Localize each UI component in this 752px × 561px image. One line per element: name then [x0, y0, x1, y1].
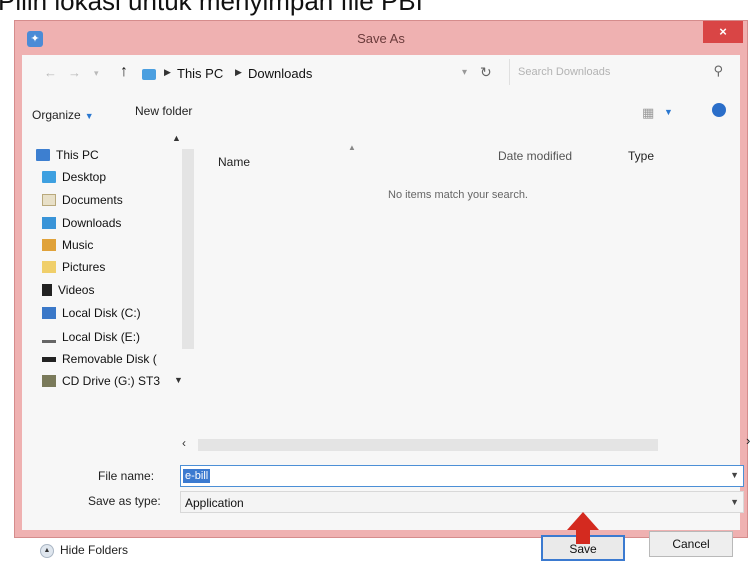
sidebar-item-label: Music [62, 238, 94, 252]
computer-icon [36, 149, 50, 161]
sort-indicator-icon: ▲ [348, 143, 356, 152]
sidebar-item-label: Desktop [62, 170, 107, 184]
sidebar-item-label: Pictures [62, 260, 106, 274]
chevron-down-icon[interactable]: ▼ [730, 470, 739, 480]
sidebar-item-videos[interactable]: Videos [42, 280, 94, 300]
chevron-down-icon: ▼ [84, 111, 94, 121]
sidebar-item-label: Documents [62, 193, 123, 207]
save-as-type-value: Application [185, 496, 244, 510]
sidebar-item-desktop[interactable]: Desktop [42, 167, 106, 187]
chevron-right-icon[interactable]: › [746, 433, 750, 448]
hide-folders-label: Hide Folders [60, 543, 129, 557]
hide-folders-button[interactable]: ▲ Hide Folders [40, 543, 128, 558]
sidebar-item-label: Videos [58, 283, 95, 297]
column-header-date-modified[interactable]: Date modified [498, 149, 572, 163]
empty-message: No items match your search. [388, 189, 528, 201]
breadcrumb-this-pc[interactable]: This PC [177, 66, 223, 81]
red-arrow-annotation-shaft [576, 528, 590, 544]
cd-drive-icon [42, 375, 56, 387]
sidebar-item-removable-disk[interactable]: Removable Disk ( [42, 349, 157, 369]
title-bar: ✦ Save As × [15, 21, 747, 55]
toolbar: Organize ▼ New folder ▦ ▼ [22, 95, 740, 129]
sidebar-item-documents[interactable]: Documents [42, 190, 123, 210]
instruction-caption: Pilih lokasi untuk menyimpan file PBI [0, 0, 423, 16]
file-name-field[interactable]: e-bill ▼ [180, 465, 744, 487]
sidebar-item-cd-drive[interactable]: CD Drive (G:) ST3 [42, 371, 160, 391]
back-icon[interactable]: ← [44, 65, 57, 80]
sidebar-item-local-disk-c[interactable]: Local Disk (C:) [42, 303, 141, 323]
search-input[interactable] [518, 63, 688, 81]
chevron-right-icon: ▶ [164, 67, 171, 77]
address-row: ← → ▾ ↑ ▶ This PC ▶ Downloads ▾ ↻ ⚲ [22, 55, 740, 93]
address-dropdown-icon[interactable]: ▾ [462, 67, 467, 78]
sidebar-item-label: Local Disk (E:) [62, 330, 141, 344]
file-name-label: File name: [98, 469, 155, 483]
desktop-folder-icon [42, 171, 56, 183]
dialog-body: ← → ▾ ↑ ▶ This PC ▶ Downloads ▾ ↻ ⚲ Orga… [22, 55, 750, 561]
view-options-icon[interactable]: ▦ [642, 105, 654, 121]
save-as-dialog: ✦ Save As × ← → ▾ ↑ ▶ This PC ▶ Download… [14, 20, 750, 561]
save-as-type-select[interactable]: Application ▼ [180, 491, 744, 513]
sidebar-scrollbar[interactable] [182, 149, 194, 349]
chevron-down-icon[interactable]: ▼ [730, 497, 739, 507]
forward-icon[interactable]: → [68, 65, 81, 80]
hard-disk-icon [42, 307, 56, 319]
sidebar-item-this-pc[interactable]: This PC [36, 145, 99, 165]
music-folder-icon [42, 239, 56, 251]
pictures-folder-icon [42, 261, 56, 273]
folder-icon [142, 69, 156, 80]
chevron-up-icon[interactable]: ▲ [172, 133, 181, 143]
sidebar-item-local-disk-e[interactable]: Local Disk (E:) [42, 327, 140, 347]
column-header-name[interactable]: Name [218, 155, 250, 169]
search-icon[interactable]: ⚲ [713, 63, 723, 79]
sidebar-item-music[interactable]: Music [42, 235, 93, 255]
documents-folder-icon [42, 194, 56, 206]
sidebar-item-label: CD Drive (G:) ST3 [62, 374, 161, 388]
chevron-down-icon[interactable]: ▼ [174, 375, 183, 385]
organize-label: Organize [32, 108, 81, 122]
refresh-icon[interactable]: ↻ [480, 64, 492, 81]
breadcrumb-downloads[interactable]: Downloads [248, 66, 312, 81]
chevron-up-icon: ▲ [40, 543, 54, 558]
navigation-pane: ▲ This PC Desktop Documents Downloads Mu… [22, 133, 198, 467]
sidebar-item-label: Removable Disk ( [62, 352, 157, 366]
close-button[interactable]: × [703, 21, 743, 43]
window-title: Save As [357, 31, 405, 46]
removable-disk-icon [42, 356, 56, 362]
videos-folder-icon [42, 284, 52, 296]
sidebar-item-label: This PC [56, 148, 99, 162]
cancel-button[interactable]: Cancel [649, 531, 733, 557]
sidebar-item-pictures[interactable]: Pictures [42, 257, 105, 277]
sidebar-item-downloads[interactable]: Downloads [42, 213, 121, 233]
new-folder-button[interactable]: New folder [135, 104, 192, 118]
chevron-left-icon[interactable]: ‹ [182, 436, 186, 450]
help-icon[interactable] [712, 103, 726, 117]
file-name-value[interactable]: e-bill [183, 469, 211, 483]
save-as-type-label: Save as type: [88, 494, 161, 508]
sidebar-item-label: Local Disk (C:) [62, 306, 141, 320]
hard-disk-icon [42, 332, 56, 343]
up-arrow-icon[interactable]: ↑ [120, 63, 128, 81]
chevron-right-icon: ▶ [235, 67, 242, 77]
downloads-folder-icon [42, 217, 56, 229]
organize-button[interactable]: Organize ▼ [32, 108, 94, 122]
column-header-type[interactable]: Type [628, 149, 654, 163]
horizontal-scrollbar[interactable] [198, 439, 658, 451]
chevron-down-icon[interactable]: ▼ [664, 107, 673, 117]
recent-locations-icon[interactable]: ▾ [94, 68, 99, 79]
sidebar-item-label: Downloads [62, 216, 122, 230]
file-list: ▲ Name Date modified Type No items match… [182, 135, 750, 453]
search-box: ⚲ [509, 59, 729, 85]
